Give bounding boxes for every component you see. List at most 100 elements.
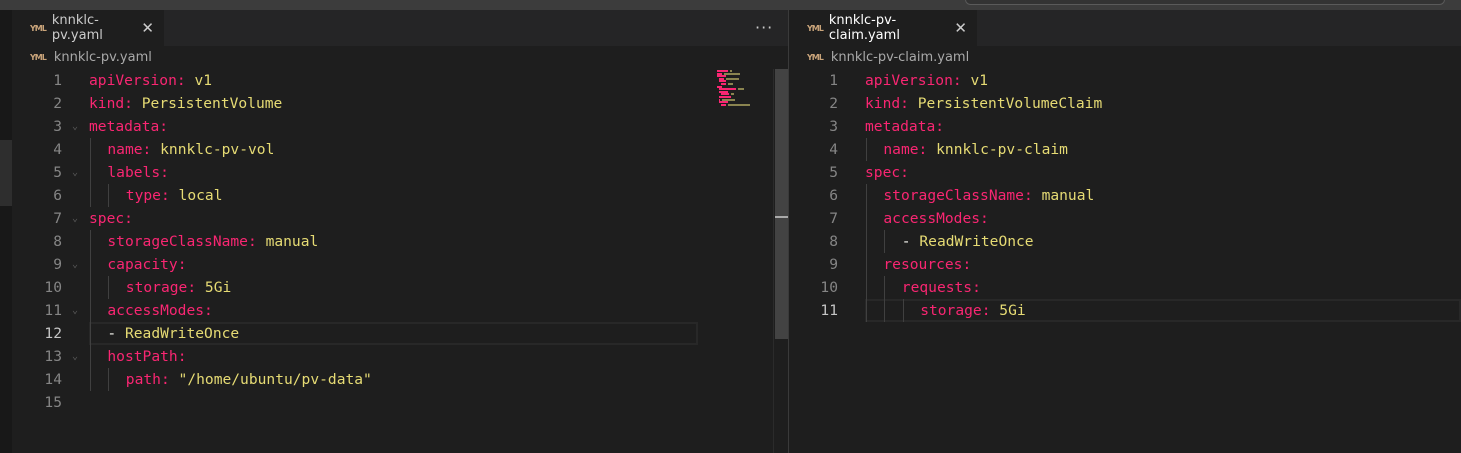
yaml-value: v1	[970, 72, 989, 89]
tab-knnklc-pv-claim-yaml[interactable]: YML knnklc-pv-claim.yaml ✕	[789, 10, 977, 46]
fold-chevron-icon[interactable]: ⌄	[72, 299, 78, 322]
tab-label: knnklc-pv-claim.yaml	[828, 13, 900, 43]
minimap[interactable]	[717, 70, 757, 110]
yaml-file-icon: YML	[807, 23, 824, 33]
yaml-key: kind	[865, 95, 901, 112]
yaml-key: labels	[107, 164, 161, 181]
code-line[interactable]: 12- ReadWriteOnce	[12, 322, 772, 345]
code-line[interactable]: 8- ReadWriteOnce	[789, 230, 1461, 253]
indent-guide	[884, 299, 886, 322]
code-line[interactable]: 1 apiVersion: v1	[789, 69, 1461, 92]
code-line[interactable]: 14 path: "/home/ubuntu/pv-data"	[12, 368, 772, 391]
fold-chevron-icon[interactable]: ⌄	[72, 115, 78, 138]
yaml-value: PersistentVolume	[141, 95, 283, 112]
code-line[interactable]: 9 ⌄ capacity:	[12, 253, 772, 276]
fold-chevron-icon[interactable]: ⌄	[72, 207, 78, 230]
code-line[interactable]: 1 apiVersion: v1	[12, 69, 772, 92]
fold-chevron-icon[interactable]: ⌄	[72, 161, 78, 184]
line-number: 4	[829, 141, 838, 158]
line-number: 6	[829, 187, 838, 204]
line-number: 2	[829, 95, 838, 112]
indent-guide	[866, 276, 867, 299]
code-line[interactable]: 8 storageClassName: manual	[12, 230, 772, 253]
yaml-key: spec	[89, 210, 125, 227]
code-editor[interactable]: 1 apiVersion: v1 2 kind: PersistentVolumeCl…	[789, 69, 1461, 322]
yaml-key: storage	[920, 302, 982, 319]
line-number: 12	[44, 325, 62, 342]
command-center[interactable]	[965, 0, 1445, 5]
indent-guide	[902, 299, 904, 322]
breadcrumb[interactable]: YML knnklc-pv-claim.yaml	[807, 50, 969, 65]
code-line[interactable]: 3 ⌄ metadata:	[12, 115, 772, 138]
code-line[interactable]: 9 resources:	[789, 253, 1461, 276]
title-bar	[0, 0, 1461, 10]
code-line[interactable]: 3 metadata:	[789, 115, 1461, 138]
activity-bar-selected[interactable]	[0, 140, 12, 206]
fold-chevron-icon[interactable]: ⌄	[72, 253, 78, 276]
line-number: 10	[820, 279, 838, 296]
yaml-key: accessModes	[107, 302, 205, 319]
indent-guide	[884, 230, 886, 253]
line-number: 7	[829, 210, 838, 227]
code-line[interactable]: 7 accessModes:	[789, 207, 1461, 230]
indent-guide	[90, 138, 91, 161]
indent-guide	[90, 161, 91, 184]
code-editor[interactable]: 1 apiVersion: v1 2 kind: PersistentVolume 3 ⌄…	[12, 69, 772, 414]
yaml-value: PersistentVolumeClaim	[917, 95, 1103, 112]
code-line[interactable]: 10 storage: 5Gi	[12, 276, 772, 299]
yaml-key: apiVersion	[89, 72, 177, 89]
code-line[interactable]: 4 name: knnklc-pv-vol	[12, 138, 772, 161]
line-number: 13	[44, 348, 62, 365]
vertical-scrollbar[interactable]	[773, 69, 788, 453]
code-line[interactable]: 11 storage: 5Gi	[789, 299, 1461, 322]
yaml-key: kind	[89, 95, 125, 112]
breadcrumb-file[interactable]: knnklc-pv.yaml	[54, 50, 152, 65]
minimap-line	[738, 88, 744, 91]
code-line[interactable]: 6 type: local	[12, 184, 772, 207]
yaml-value: v1	[194, 72, 213, 89]
activity-bar	[0, 10, 12, 453]
line-number: 8	[829, 233, 838, 250]
yaml-key: storage	[125, 279, 188, 296]
minimap-line	[726, 77, 739, 80]
fold-chevron-icon[interactable]: ⌄	[72, 345, 78, 368]
editor-group-right: YML knnklc-pv-claim.yaml ✕ YML knnklc-pv-…	[789, 10, 1461, 453]
line-number: 4	[53, 141, 62, 158]
code-line[interactable]: 11 ⌄ accessModes:	[12, 299, 772, 322]
tab-bar: YML knnklc-pv.yaml ✕ ···	[12, 10, 788, 46]
code-line[interactable]: 2 kind: PersistentVolumeClaim	[789, 92, 1461, 115]
code-line[interactable]: 13 ⌄ hostPath:	[12, 345, 772, 368]
code-line[interactable]: 5 spec:	[789, 161, 1461, 184]
indent-guide	[866, 138, 867, 161]
more-actions-icon[interactable]: ···	[755, 18, 773, 37]
yaml-value: "/home/ubuntu/pv-data"	[178, 371, 372, 388]
minimap-line	[721, 103, 726, 106]
breadcrumb[interactable]: YML knnklc-pv.yaml	[30, 50, 152, 65]
code-line[interactable]: 15	[12, 391, 772, 414]
close-icon[interactable]: ✕	[954, 19, 967, 37]
yaml-value: local	[178, 187, 223, 204]
code-line[interactable]: 7 ⌄ spec:	[12, 207, 772, 230]
minimap-line	[728, 83, 733, 85]
indent-guide	[90, 184, 91, 207]
code-line[interactable]: 6 storageClassName: manual	[789, 184, 1461, 207]
indent-guide	[90, 322, 91, 345]
yaml-key: name	[107, 141, 143, 158]
code-line[interactable]: 5 ⌄ labels:	[12, 161, 772, 184]
scrollbar-thumb[interactable]	[775, 69, 788, 339]
yaml-value: manual	[265, 233, 319, 250]
code-line[interactable]: 2 kind: PersistentVolume	[12, 92, 772, 115]
tab-knnklc-pv-yaml[interactable]: YML knnklc-pv.yaml ✕	[12, 10, 164, 46]
indent-guide	[90, 230, 91, 253]
code-line[interactable]: 4 name: knnklc-pv-claim	[789, 138, 1461, 161]
yaml-value: knnklc-pv-vol	[160, 141, 275, 158]
close-icon[interactable]: ✕	[141, 19, 154, 37]
indent-guide	[108, 368, 110, 391]
line-number: 3	[829, 118, 838, 135]
breadcrumb-file[interactable]: knnklc-pv-claim.yaml	[831, 50, 969, 65]
indent-guide	[90, 276, 91, 299]
line-number: 9	[53, 256, 62, 273]
line-number: 6	[53, 187, 62, 204]
indent-guide	[108, 184, 110, 207]
code-line[interactable]: 10 requests:	[789, 276, 1461, 299]
